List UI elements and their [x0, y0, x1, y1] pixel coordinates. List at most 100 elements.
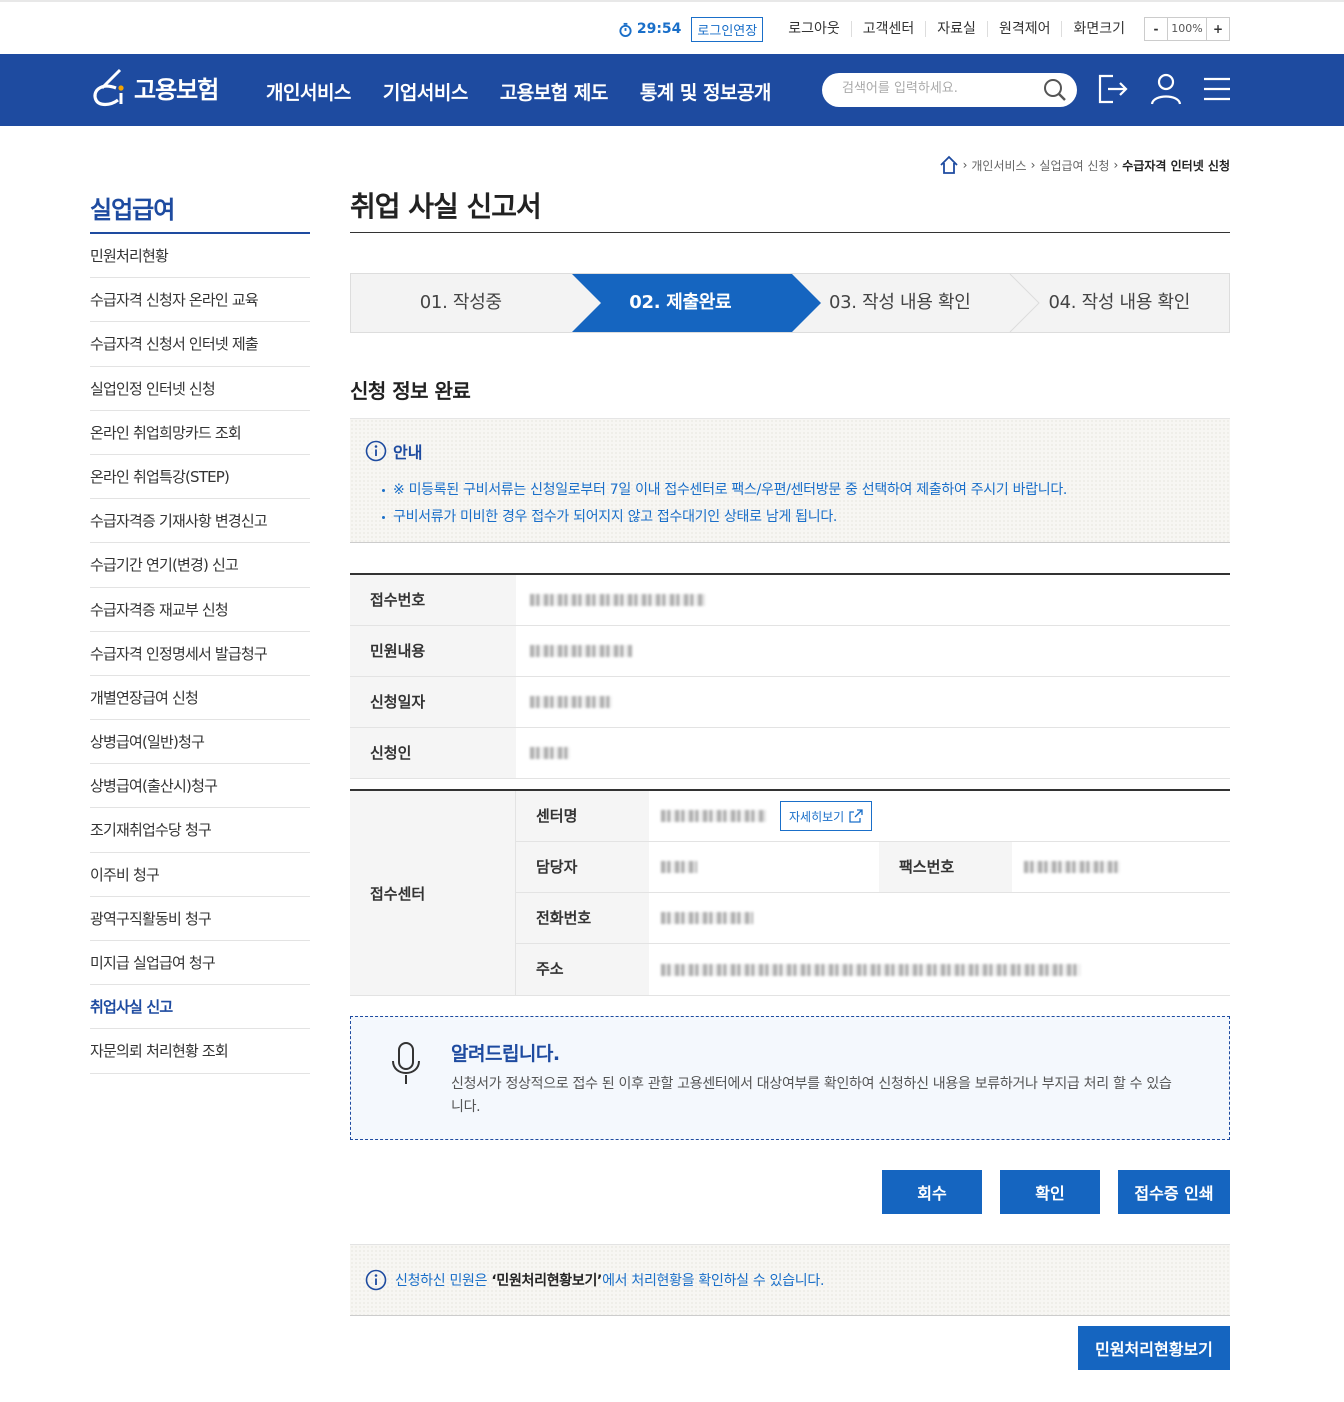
site-logo[interactable]: 고용보험 — [90, 66, 219, 108]
session-timer: 29:54 — [618, 21, 681, 37]
logout-link[interactable]: 로그아웃 — [777, 21, 851, 37]
sidebar-item[interactable]: 이주비 청구 — [90, 853, 310, 897]
alert-box: 알려드립니다. 신청서가 정상적으로 접수 된 이후 관할 고용센터에서 대상여… — [350, 1016, 1230, 1140]
view-status-button[interactable]: 민원처리현황보기 — [1078, 1326, 1230, 1370]
breadcrumb-item[interactable]: 실업급여 신청 — [1039, 157, 1109, 174]
stopwatch-icon — [619, 22, 632, 37]
notice-item: ※ 미등록된 구비서류는 신청일로부터 7일 이내 접수센터로 팩스/우편/센터… — [382, 477, 1215, 504]
step-2: 02. 제출완료 — [629, 292, 732, 313]
center-name-value: 자세히보기 — [649, 791, 1230, 841]
breadcrumb-current: 수급자격 인터넷 신청 — [1122, 158, 1230, 173]
zoom-value: 100% — [1167, 18, 1207, 40]
zoom-control: - 100% + — [1144, 17, 1230, 41]
sidebar-item[interactable]: 수급자격 인정명세서 발급청구 — [90, 632, 310, 676]
search-icon[interactable] — [1043, 78, 1067, 102]
phone-label: 전화번호 — [516, 893, 649, 943]
breadcrumb-item[interactable]: 개인서비스 — [971, 157, 1026, 174]
notice-item: 구비서류가 미비한 경우 접수가 되어지지 않고 접수대기인 상태로 남게 됩니… — [382, 504, 1215, 531]
receipt-number-label: 접수번호 — [350, 575, 516, 625]
menu-icon[interactable] — [1200, 71, 1236, 107]
notice-text-after: 에서 처리현황을 확인하실 수 있습니다. — [602, 1273, 825, 1289]
sidebar-item[interactable]: 수급자격 신청서 인터넷 제출 — [90, 322, 310, 367]
sidebar-item[interactable]: 수급기간 연기(변경) 신고 — [90, 543, 310, 588]
sidebar-item[interactable]: 자문의뢰 처리현황 조회 — [90, 1029, 310, 1074]
table-row: 주소 — [516, 944, 1230, 995]
archive-link[interactable]: 자료실 — [925, 21, 987, 37]
notice-text-before: 신청하신 민원은 — [395, 1273, 492, 1289]
notice-title: 안내 — [393, 443, 423, 462]
step-3: 03. 작성 내용 확인 — [828, 292, 971, 313]
logo-text: 고용보험 — [134, 75, 219, 104]
remote-control-link[interactable]: 원격제어 — [986, 21, 1062, 37]
section-title: 신청 정보 완료 — [350, 379, 471, 403]
zoom-in-button[interactable]: + — [1207, 18, 1229, 40]
table-row: 센터명 자세히보기 — [516, 791, 1230, 842]
withdraw-button[interactable]: 회수 — [882, 1170, 982, 1214]
sidebar-item[interactable]: 수급자격증 재교부 신청 — [90, 588, 310, 632]
sidebar-item[interactable]: 온라인 취업특강(STEP) — [90, 455, 310, 500]
sidebar-item[interactable]: 미지급 실업급여 청구 — [90, 941, 310, 986]
chevron-right-icon: › — [1113, 158, 1119, 172]
table-row: 민원내용 — [350, 626, 1230, 677]
status-notice-text: 신청하신 민원은 ‘민원처리현황보기’에서 처리현황을 확인하실 수 있습니다. — [395, 1270, 824, 1290]
sidebar-item[interactable]: 민원처리현황 — [90, 234, 310, 279]
chevron-right-icon: › — [962, 158, 968, 172]
logout-icon[interactable] — [1095, 71, 1131, 107]
application-date-label: 신청일자 — [350, 677, 516, 727]
fax-value — [1012, 842, 1230, 892]
reception-center-table: 접수센터 센터명 자세히보기 담당자 팩스번호 전화번호 주소 — [350, 789, 1230, 996]
home-icon[interactable] — [939, 155, 959, 175]
nav-statistics[interactable]: 통계 및 정보공개 — [640, 78, 772, 105]
screen-size-label: 화면크기 — [1061, 21, 1136, 37]
confirm-button[interactable]: 확인 — [1000, 1170, 1100, 1214]
detail-view-button[interactable]: 자세히보기 — [780, 801, 873, 831]
info-icon — [365, 440, 387, 462]
sidebar-item[interactable]: 수급자격증 기재사항 변경신고 — [90, 499, 310, 544]
zoom-out-button[interactable]: - — [1145, 18, 1167, 40]
sidebar-item[interactable]: 실업인정 인터넷 신청 — [90, 367, 310, 411]
table-row: 담당자 팩스번호 — [516, 842, 1230, 893]
sidebar-item[interactable]: 상병급여(일반)청구 — [90, 720, 310, 765]
step-indicator: 01. 작성중 02. 제출완료 03. 작성 내용 확인 04. 작성 내용 … — [350, 273, 1230, 333]
sidebar-item[interactable]: 수급자격 신청자 온라인 교육 — [90, 278, 310, 323]
alert-title: 알려드립니다. — [451, 1043, 560, 1065]
sidebar-item[interactable]: 취업사실 신고 — [90, 985, 310, 1030]
alert-text: 신청서가 정상적으로 접수 된 이후 관할 고용센터에서 대상여부를 확인하여 … — [451, 1076, 1172, 1115]
application-info-table: 접수번호 민원내용 신청일자 신청인 — [350, 573, 1230, 779]
side-nav: 실업급여 민원처리현황 수급자격 신청자 온라인 교육 수급자격 신청서 인터넷 제… — [90, 190, 310, 1074]
sidebar-item[interactable]: 개별연장급여 신청 — [90, 676, 310, 721]
address-value — [649, 944, 1230, 995]
nav-insurance-system[interactable]: 고용보험 제도 — [500, 78, 609, 105]
breadcrumb: › 개인서비스 › 실업급여 신청 › 수급자격 인터넷 신청 — [939, 155, 1230, 175]
manager-value — [649, 842, 879, 892]
print-receipt-button[interactable]: 접수증 인쇄 — [1118, 1170, 1230, 1214]
main-header: 고용보험 개인서비스 기업서비스 고용보험 제도 통계 및 정보공개 — [0, 54, 1344, 126]
phone-value — [649, 893, 1230, 943]
login-extend-button[interactable]: 로그인연장 — [691, 16, 764, 42]
nav-personal-service[interactable]: 개인서비스 — [266, 78, 351, 105]
sidebar-item[interactable]: 상병급여(출산시)청구 — [90, 764, 310, 809]
side-nav-list: 민원처리현황 수급자격 신청자 온라인 교육 수급자격 신청서 인터넷 제출 실업인정… — [90, 234, 310, 1074]
step-4: 04. 작성 내용 확인 — [1048, 292, 1191, 313]
table-row: 전화번호 — [516, 893, 1230, 944]
utility-bar: 29:54 로그인연장 로그아웃 고객센터 자료실 원격제어 화면크기 - 10… — [0, 0, 1344, 54]
info-icon — [365, 1269, 387, 1291]
step-1: 01. 작성중 — [419, 292, 502, 313]
petition-content-value — [516, 626, 1230, 676]
logo-mark-icon — [93, 68, 124, 107]
sidebar-item[interactable]: 광역구직활동비 청구 — [90, 897, 310, 941]
receipt-number-value — [516, 575, 1230, 625]
sidebar-item[interactable]: 온라인 취업희망카드 조회 — [90, 411, 310, 455]
customer-center-link[interactable]: 고객센터 — [850, 21, 926, 37]
reception-center-label: 접수센터 — [350, 791, 516, 995]
global-nav: 개인서비스 기업서비스 고용보험 제도 통계 및 정보공개 — [266, 78, 771, 105]
address-label: 주소 — [516, 944, 649, 995]
petition-content-label: 민원내용 — [350, 626, 516, 676]
user-icon[interactable] — [1148, 71, 1184, 107]
applicant-label: 신청인 — [350, 728, 516, 778]
nav-business-service[interactable]: 기업서비스 — [383, 78, 468, 105]
sidebar-item[interactable]: 조기재취업수당 청구 — [90, 808, 310, 853]
search-input[interactable] — [842, 81, 1032, 96]
microphone-icon — [392, 1042, 420, 1084]
side-nav-title: 실업급여 — [90, 190, 310, 234]
